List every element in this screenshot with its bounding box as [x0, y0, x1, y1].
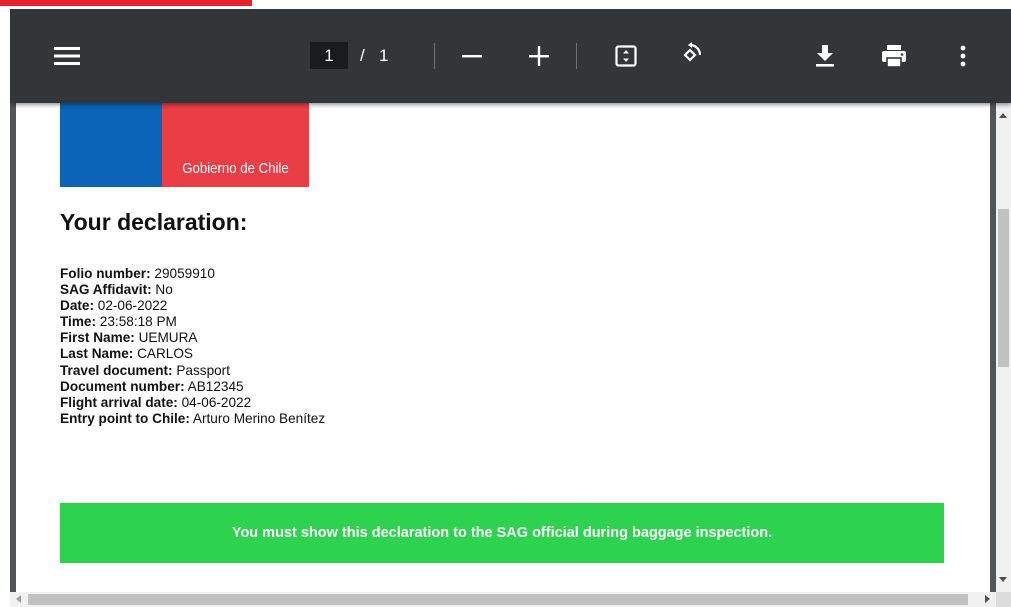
- field-value: 23:58:18 PM: [99, 314, 177, 330]
- field-row: Date: 02-06-2022: [60, 298, 325, 314]
- total-pages: 1: [379, 46, 389, 65]
- pdf-viewer: 1 / 1 Gobierno de Chile Your declaration…: [10, 9, 1011, 607]
- toolbar-divider: [434, 43, 435, 69]
- scroll-left-arrow-icon[interactable]: [16, 595, 21, 603]
- vertical-scrollbar[interactable]: [996, 103, 1011, 592]
- field-value: 29059910: [154, 266, 215, 281]
- logo-blue-block: [60, 103, 162, 187]
- horizontal-scrollbar[interactable]: [10, 592, 996, 607]
- field-label: Folio number:: [60, 266, 151, 281]
- scroll-right-arrow-icon[interactable]: [985, 595, 990, 603]
- field-label: Date:: [60, 298, 94, 314]
- vertical-scroll-thumb[interactable]: [998, 209, 1009, 367]
- field-value: AB12345: [187, 378, 244, 394]
- zoom-out-button[interactable]: [456, 41, 488, 71]
- download-icon: [816, 45, 834, 67]
- inspection-notice-banner: You must show this declaration to the SA…: [60, 503, 944, 563]
- scroll-up-arrow-icon[interactable]: [999, 113, 1007, 118]
- toolbar-divider: [576, 43, 577, 69]
- field-label: SAG Affidavit:: [60, 282, 152, 298]
- more-options-button[interactable]: [952, 40, 974, 72]
- field-row: Last Name: CARLOS: [60, 346, 325, 362]
- field-row: Entry point to Chile: Arturo Merino Bení…: [60, 411, 325, 427]
- logo-red-block: Gobierno de Chile: [162, 103, 309, 187]
- field-label: Last Name:: [60, 346, 134, 362]
- field-label: Time:: [60, 314, 97, 330]
- page-separator: /: [360, 46, 365, 65]
- declaration-heading: Your declaration:: [60, 209, 248, 235]
- field-value: Arturo Merino Benítez: [192, 410, 326, 426]
- rotate-button[interactable]: [673, 39, 707, 71]
- menu-button[interactable]: [48, 40, 86, 72]
- field-label: Travel document:: [60, 362, 173, 378]
- print-button[interactable]: [878, 40, 910, 72]
- field-row: Time: 23:58:18 PM: [60, 314, 325, 330]
- print-icon: [882, 45, 906, 68]
- logo-text: Gobierno de Chile: [182, 160, 289, 177]
- zoom-in-button[interactable]: [523, 41, 555, 71]
- field-row: First Name: UEMURA: [60, 330, 325, 346]
- field-label: Flight arrival date:: [60, 394, 178, 410]
- zoom-out-icon: [462, 55, 482, 58]
- menu-icon: [54, 47, 80, 65]
- zoom-in-icon: [529, 46, 549, 66]
- top-accent-bar: [0, 0, 252, 6]
- pdf-page: Gobierno de Chile Your declaration: Foli…: [16, 103, 990, 592]
- fit-to-page-icon: [615, 45, 637, 67]
- field-value: 02-06-2022: [97, 298, 168, 314]
- field-label: First Name:: [60, 330, 135, 346]
- field-label: Document number:: [60, 378, 185, 394]
- field-value: 04-06-2022: [181, 394, 252, 410]
- field-label: Entry point to Chile:: [60, 410, 190, 426]
- field-row: Travel document: Passport: [60, 363, 325, 379]
- field-value: No: [155, 282, 173, 298]
- more-options-icon: [960, 45, 966, 67]
- scrollbar-corner: [996, 592, 1011, 607]
- field-value: UEMURA: [138, 330, 198, 346]
- horizontal-scroll-thumb[interactable]: [28, 594, 968, 605]
- document-scroll-area[interactable]: Gobierno de Chile Your declaration: Foli…: [10, 103, 996, 592]
- field-row: Document number: AB12345: [60, 379, 325, 395]
- page-number-input[interactable]: 1: [310, 42, 348, 69]
- field-row: Flight arrival date: 04-06-2022: [60, 395, 325, 411]
- scroll-down-arrow-icon[interactable]: [999, 577, 1007, 582]
- field-value: CARLOS: [137, 346, 193, 362]
- rotate-icon: [683, 42, 702, 62]
- field-row: SAG Affidavit: No: [60, 282, 325, 298]
- download-button[interactable]: [810, 40, 840, 72]
- pdf-toolbar: 1 / 1: [10, 9, 1011, 103]
- field-row: Folio number: 29059910: [60, 266, 325, 282]
- field-value: Passport: [176, 362, 230, 378]
- fit-to-page-button[interactable]: [610, 41, 642, 71]
- declaration-fields: Folio number: 29059910 SAG Affidavit: No…: [60, 266, 325, 427]
